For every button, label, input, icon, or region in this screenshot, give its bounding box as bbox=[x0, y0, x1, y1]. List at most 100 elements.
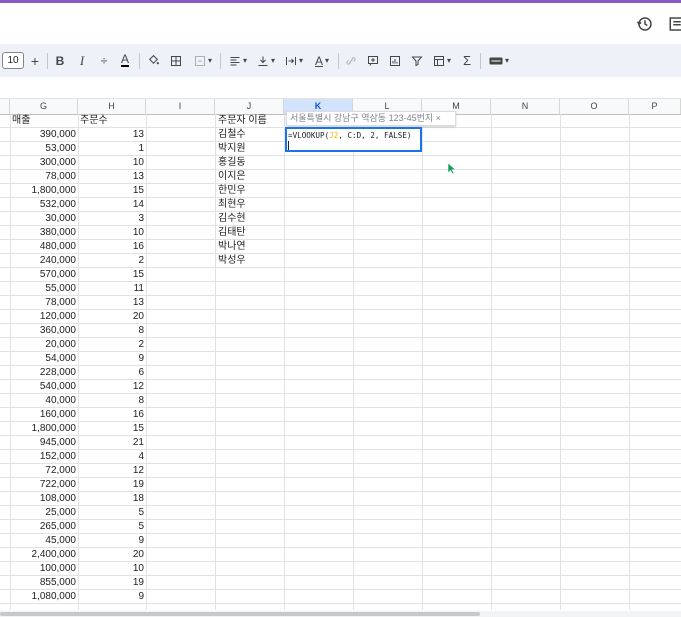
cell-h[interactable]: 10 bbox=[80, 226, 144, 240]
text-rotation-button[interactable]: A ▾ bbox=[310, 44, 334, 77]
cell-g[interactable]: 25,000 bbox=[12, 506, 76, 520]
cell-h[interactable]: 9 bbox=[80, 352, 144, 366]
cell-j[interactable] bbox=[218, 478, 282, 492]
merge-cells-button[interactable]: ▾ bbox=[190, 44, 216, 77]
text-wrapping-button[interactable]: ▾ bbox=[282, 44, 306, 77]
cell-g[interactable]: 20,000 bbox=[12, 338, 76, 352]
cell-j[interactable]: 김철수 bbox=[218, 128, 282, 142]
cell-h[interactable]: 4 bbox=[80, 450, 144, 464]
input-tools-button[interactable]: ▾ bbox=[485, 44, 513, 77]
column-header-g[interactable]: G bbox=[10, 99, 78, 114]
cell-h[interactable]: 18 bbox=[80, 492, 144, 506]
cell-g[interactable]: 228,000 bbox=[12, 366, 76, 380]
cell-h[interactable]: 15 bbox=[80, 184, 144, 198]
cell-j[interactable] bbox=[218, 380, 282, 394]
cell-g[interactable]: 390,000 bbox=[12, 128, 76, 142]
create-filter-button[interactable] bbox=[409, 44, 425, 77]
cell-j[interactable]: 김태탄 bbox=[218, 226, 282, 240]
cell-j[interactable] bbox=[218, 408, 282, 422]
cell-h[interactable]: 8 bbox=[80, 324, 144, 338]
cell-h[interactable]: 21 bbox=[80, 436, 144, 450]
functions-button[interactable]: Σ bbox=[459, 44, 475, 77]
cell-g[interactable]: 160,000 bbox=[12, 408, 76, 422]
cell-j[interactable]: 홍길동 bbox=[218, 156, 282, 170]
cell-g[interactable]: 40,000 bbox=[12, 394, 76, 408]
cell-j[interactable] bbox=[218, 338, 282, 352]
cell-h[interactable]: 12 bbox=[80, 464, 144, 478]
cell-j[interactable] bbox=[218, 324, 282, 338]
cell-g[interactable]: 722,000 bbox=[12, 478, 76, 492]
cell-g[interactable]: 1,800,000 bbox=[12, 184, 77, 198]
cell-g[interactable]: 2,400,000 bbox=[12, 548, 77, 562]
cell-j[interactable] bbox=[218, 296, 282, 310]
cell-g[interactable]: 570,000 bbox=[12, 268, 76, 282]
cell-h[interactable]: 9 bbox=[80, 590, 144, 604]
cell-j[interactable] bbox=[218, 506, 282, 520]
filter-views-button[interactable]: ▾ bbox=[430, 44, 454, 77]
cell-g[interactable]: 72,000 bbox=[12, 464, 76, 478]
cell-j[interactable]: 박지원 bbox=[218, 142, 282, 156]
cell-j[interactable] bbox=[218, 534, 282, 548]
scrollbar-thumb[interactable] bbox=[0, 612, 480, 616]
cell-h[interactable]: 16 bbox=[80, 240, 144, 254]
cell-h[interactable]: 13 bbox=[80, 296, 144, 310]
cell-g-header[interactable]: 매출 bbox=[12, 114, 76, 128]
cell-h[interactable]: 13 bbox=[80, 170, 144, 184]
vertical-align-button[interactable]: ▾ bbox=[254, 44, 278, 77]
cell-g[interactable]: 78,000 bbox=[12, 170, 76, 184]
cell-h[interactable]: 19 bbox=[80, 576, 144, 590]
cell-g[interactable]: 1,080,000 bbox=[12, 590, 77, 604]
cell-j[interactable] bbox=[218, 576, 282, 590]
cell-j[interactable]: 이지은 bbox=[218, 170, 282, 184]
cell-h[interactable]: 20 bbox=[80, 548, 144, 562]
cell-j[interactable] bbox=[218, 590, 282, 604]
cell-h[interactable]: 16 bbox=[80, 408, 144, 422]
cell-j[interactable] bbox=[218, 548, 282, 562]
cell-g[interactable]: 30,000 bbox=[12, 212, 76, 226]
cell-g[interactable]: 855,000 bbox=[12, 576, 76, 590]
insert-link-button[interactable] bbox=[343, 44, 359, 77]
cell-g[interactable]: 360,000 bbox=[12, 324, 76, 338]
cell-g[interactable]: 53,000 bbox=[12, 142, 76, 156]
insert-comment-button[interactable] bbox=[365, 44, 381, 77]
column-header-j[interactable]: J bbox=[215, 99, 284, 114]
fill-color-button[interactable] bbox=[145, 44, 161, 77]
cell-j-header[interactable]: 주문자 이름 bbox=[218, 114, 282, 128]
cell-h[interactable]: 11 bbox=[80, 282, 144, 296]
cell-g[interactable]: 108,000 bbox=[12, 492, 76, 506]
font-size-input[interactable]: 10 bbox=[2, 52, 24, 69]
cell-h[interactable]: 19 bbox=[80, 478, 144, 492]
cell-j[interactable] bbox=[218, 450, 282, 464]
cell-g[interactable]: 120,000 bbox=[12, 310, 76, 324]
cell-j[interactable] bbox=[218, 268, 282, 282]
cell-h[interactable]: 8 bbox=[80, 394, 144, 408]
version-history-icon[interactable] bbox=[636, 15, 654, 33]
cell-h[interactable]: 1 bbox=[80, 142, 144, 156]
cell-j[interactable] bbox=[218, 562, 282, 576]
column-header-o[interactable]: O bbox=[560, 99, 629, 114]
cell-g[interactable]: 300,000 bbox=[12, 156, 76, 170]
cell-g[interactable]: 45,000 bbox=[12, 534, 76, 548]
cell-j[interactable] bbox=[218, 394, 282, 408]
cell-h[interactable]: 6 bbox=[80, 366, 144, 380]
cell-j[interactable]: 김수현 bbox=[218, 212, 282, 226]
borders-button[interactable] bbox=[168, 44, 184, 77]
spreadsheet-grid[interactable]: 매출 주문수 주문자 이름 390,000 13 김철수 53,000 1 박지원 300,… bbox=[0, 114, 681, 610]
column-header-h[interactable]: H bbox=[78, 99, 146, 114]
cell-h[interactable]: 14 bbox=[80, 198, 144, 212]
cell-g[interactable]: 265,000 bbox=[12, 520, 76, 534]
cell-j[interactable] bbox=[218, 520, 282, 534]
insert-chart-button[interactable] bbox=[387, 44, 403, 77]
cell-g[interactable]: 480,000 bbox=[12, 240, 76, 254]
italic-button[interactable]: I bbox=[74, 44, 90, 77]
cell-g[interactable]: 945,000 bbox=[12, 436, 76, 450]
cell-h[interactable]: 20 bbox=[80, 310, 144, 324]
cell-editor-k2[interactable]: =VLOOKUP(J2, C:D, 2, FALSE) bbox=[285, 127, 422, 152]
cell-h[interactable]: 15 bbox=[80, 268, 144, 282]
strikethrough-button[interactable]: ÷ bbox=[96, 44, 112, 77]
column-header-p[interactable]: P bbox=[629, 99, 681, 114]
cell-j[interactable] bbox=[218, 310, 282, 324]
cell-h[interactable]: 2 bbox=[80, 254, 144, 268]
column-header-f[interactable] bbox=[0, 99, 10, 114]
cell-j[interactable]: 박성우 bbox=[218, 254, 282, 268]
